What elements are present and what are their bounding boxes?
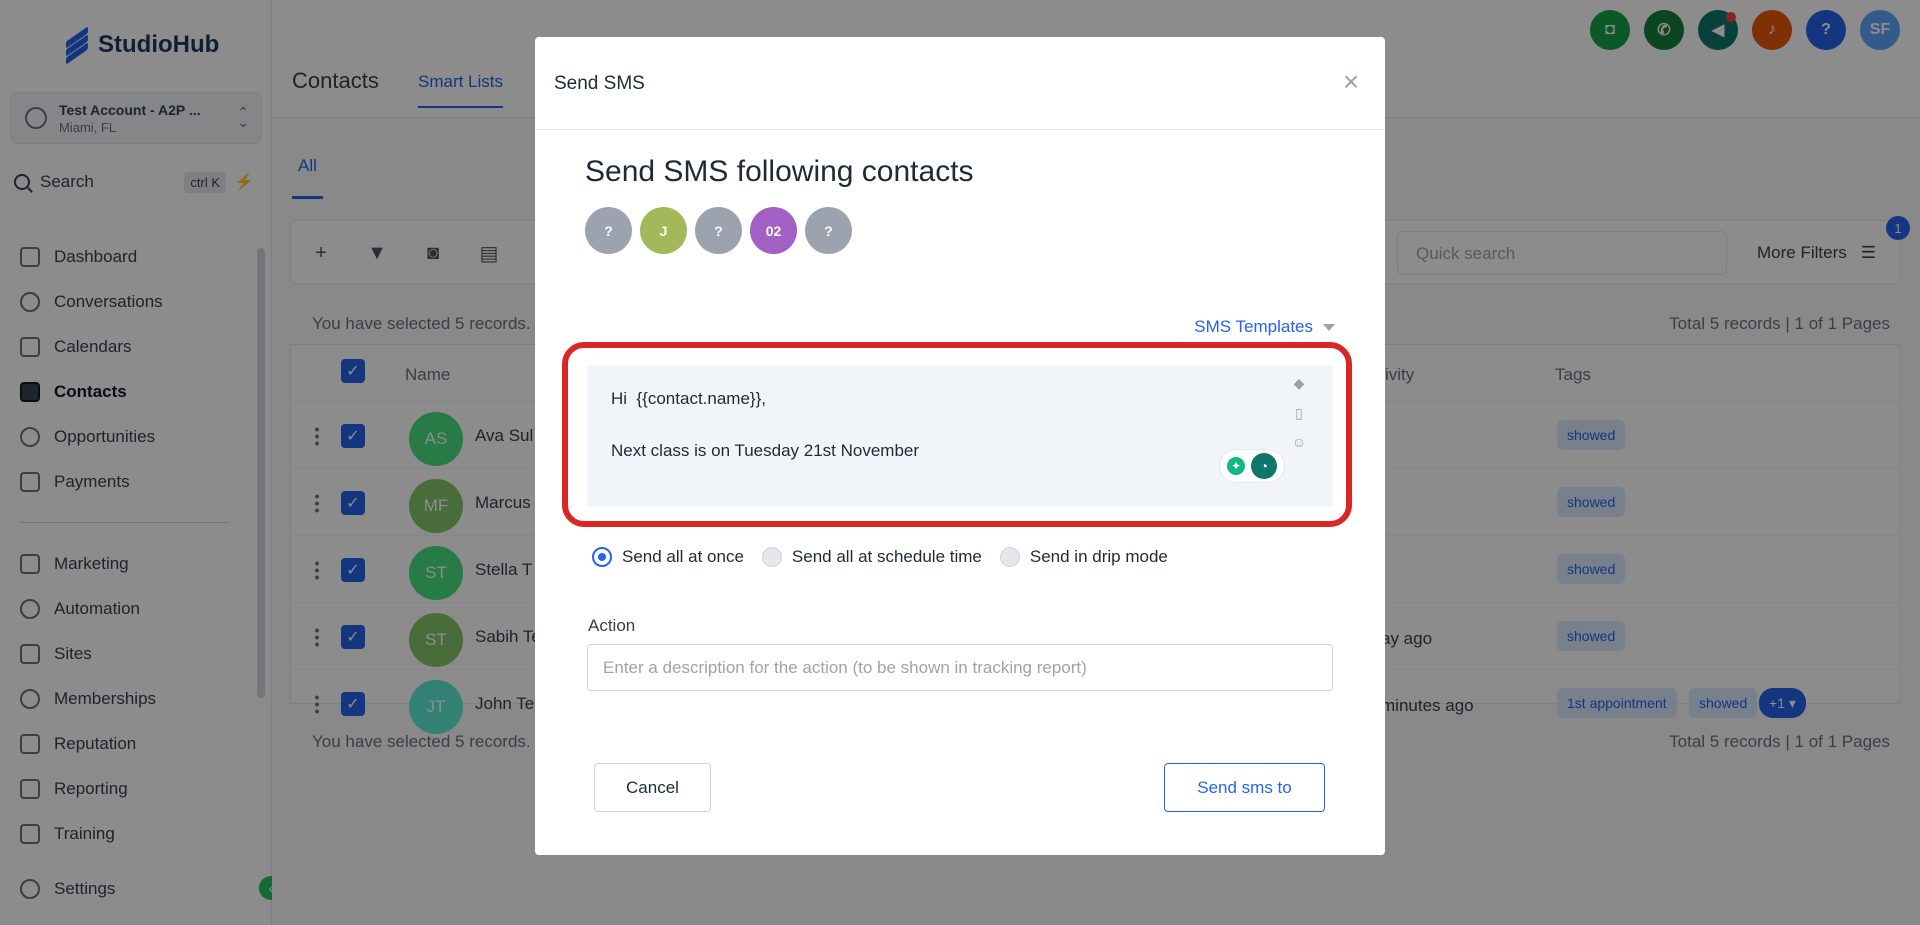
action-label: Action: [588, 616, 636, 635]
modal-header: Send SMS ×: [535, 37, 1385, 130]
close-icon[interactable]: ×: [1339, 68, 1363, 96]
highlight-annotation: [562, 342, 1352, 527]
sms-templates-label: SMS Templates: [1194, 317, 1313, 336]
cancel-button[interactable]: Cancel: [594, 763, 711, 812]
modal-heading: Send SMS following contacts: [585, 155, 974, 188]
recipient-avatar: 02: [750, 207, 797, 254]
radio-send-at-schedule-time[interactable]: Send all at schedule time: [761, 547, 982, 567]
send-mode-options: Send all at once Send all at schedule ti…: [592, 547, 1168, 567]
send-sms-button[interactable]: Send sms to: [1164, 763, 1325, 812]
radio-button[interactable]: [592, 547, 612, 567]
recipient-avatar: ?: [695, 207, 742, 254]
radio-send-all-at-once[interactable]: Send all at once: [592, 547, 744, 567]
radio-button[interactable]: [999, 547, 1020, 567]
recipient-avatar: ?: [585, 207, 632, 254]
caret-down-icon: [1323, 323, 1335, 331]
recipient-avatars: ? J ? 02 ?: [585, 207, 852, 254]
send-sms-modal: Send SMS × Send SMS following contacts ?…: [535, 37, 1385, 855]
recipient-avatar: J: [640, 207, 687, 254]
modal-title: Send SMS: [554, 73, 645, 94]
sms-templates-dropdown[interactable]: SMS Templates: [1194, 317, 1335, 337]
radio-send-in-drip-mode[interactable]: Send in drip mode: [999, 547, 1168, 567]
radio-label: Send all at once: [622, 547, 744, 566]
radio-button[interactable]: [761, 547, 782, 567]
action-description-input[interactable]: [587, 644, 1333, 691]
radio-label: Send in drip mode: [1029, 547, 1168, 566]
recipient-avatar: ?: [805, 207, 852, 254]
radio-label: Send all at schedule time: [791, 547, 982, 566]
